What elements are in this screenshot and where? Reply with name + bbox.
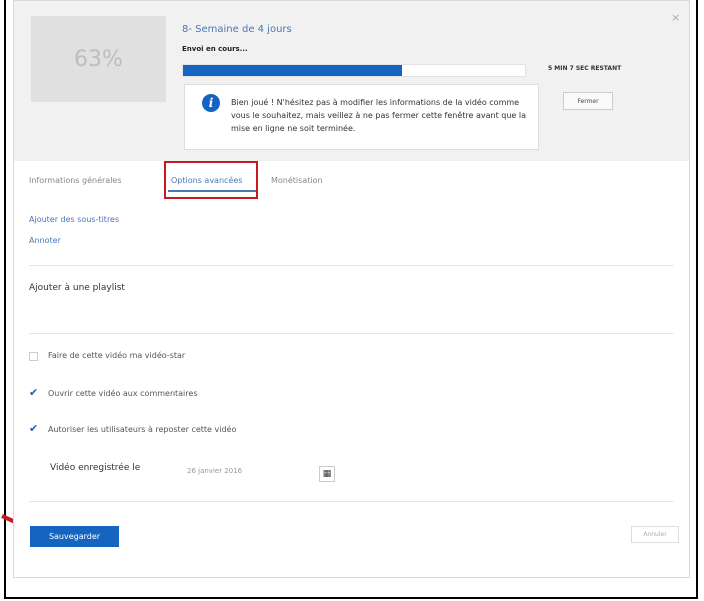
tab-highlight-annotation <box>164 161 258 199</box>
checkmark-icon[interactable]: ✔ <box>29 422 38 435</box>
info-icon: i <box>202 94 220 112</box>
checkmark-icon[interactable]: ✔ <box>29 386 38 399</box>
upload-status-text: Envoi en cours... <box>182 45 248 53</box>
calendar-icon[interactable]: ▦ <box>319 466 335 482</box>
video-upload-panel: 63% 8- Semaine de 4 jours Envoi en cours… <box>13 0 690 578</box>
divider <box>29 501 674 502</box>
upload-progress-fill <box>183 65 402 76</box>
checkbox-label: Faire de cette vidéo ma vidéo-star <box>48 351 186 360</box>
checkbox-box[interactable] <box>29 352 38 361</box>
checkbox-label: Autoriser les utilisateurs à reposter ce… <box>48 425 237 434</box>
recorded-date-input[interactable]: 26 janvier 2016 <box>177 461 297 481</box>
video-thumbnail: 63% <box>31 16 166 102</box>
annotate-link[interactable]: Annoter <box>29 236 61 245</box>
tab-monetization[interactable]: Monétisation <box>271 176 323 185</box>
add-subtitles-link[interactable]: Ajouter des sous-titres <box>29 215 119 224</box>
upload-status-area: 63% 8- Semaine de 4 jours Envoi en cours… <box>14 1 689 161</box>
time-remaining: 5 MIN 7 SEC RESTANT <box>548 65 622 72</box>
upload-progress-bar <box>182 64 526 77</box>
upload-percent: 63% <box>74 46 123 72</box>
video-title-link[interactable]: 8- Semaine de 4 jours <box>182 24 292 35</box>
divider <box>29 333 674 334</box>
dismiss-button[interactable]: Fermer <box>563 92 613 110</box>
checkbox-label: Ouvrir cette vidéo aux commentaires <box>48 389 198 398</box>
playlist-label[interactable]: Ajouter à une playlist <box>29 283 125 293</box>
tab-bar: Informations générales Options avancées … <box>29 171 674 193</box>
save-button[interactable]: Sauvegarder <box>30 526 119 547</box>
cancel-button[interactable]: Annuler <box>631 526 679 543</box>
info-message-text: Bien joué ! N'hésitez pas à modifier les… <box>231 98 527 133</box>
close-icon[interactable]: × <box>671 11 680 24</box>
divider <box>29 265 674 266</box>
recorded-date-label: Vidéo enregistrée le <box>50 463 141 473</box>
info-message-box: i Bien joué ! N'hésitez pas à modifier l… <box>184 84 539 150</box>
tab-general-info[interactable]: Informations générales <box>29 176 122 185</box>
